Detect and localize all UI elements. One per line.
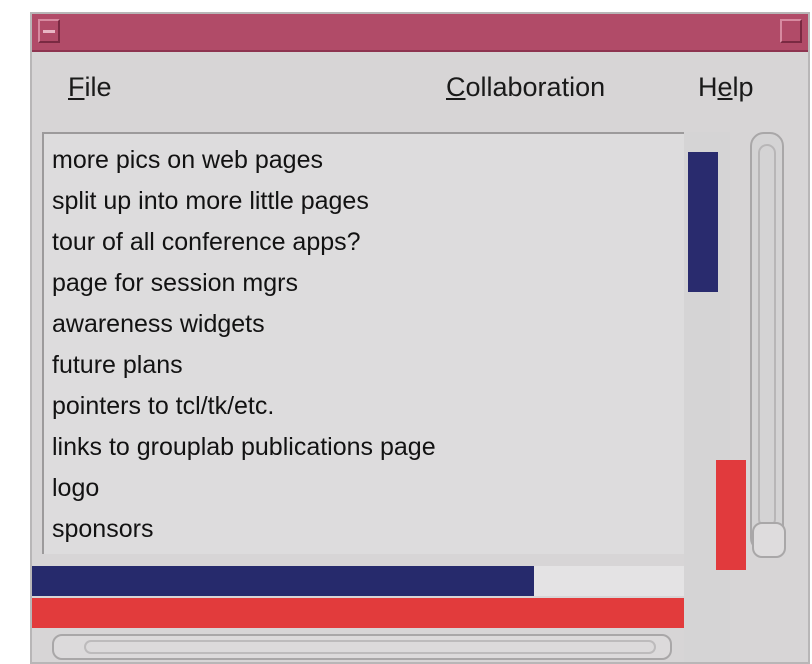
menu-file-mnemonic: F [68, 72, 85, 102]
text-line[interactable]: more pics on web pages [44, 140, 684, 181]
blue-user-horizontal-indicator [32, 566, 535, 596]
menu-help-mnemonic: e [717, 72, 733, 102]
red-user-horizontal-indicator [32, 598, 684, 628]
text-line[interactable]: sponsors [44, 509, 684, 550]
menu-collaboration-mnemonic: C [446, 72, 466, 102]
menu-collaboration-label: ollaboration [465, 72, 606, 102]
horizontal-scrollbar[interactable] [52, 634, 672, 660]
text-line[interactable]: awareness widgets [44, 304, 684, 345]
horizontal-scrollbar-thumb[interactable] [84, 640, 656, 654]
minimize-button[interactable] [780, 19, 802, 43]
title-bar[interactable] [32, 14, 808, 52]
text-line[interactable]: links to grouplab publications page [44, 427, 684, 468]
window-menu-button[interactable] [38, 19, 60, 43]
menu-collaboration[interactable]: Collaboration [446, 72, 605, 103]
red-user-view-indicator [716, 460, 746, 570]
text-line[interactable]: split up into more little pages [44, 181, 684, 222]
vertical-scrollbar[interactable] [750, 132, 784, 552]
menu-file-label: ile [84, 72, 112, 102]
menu-help[interactable]: Help [698, 72, 754, 103]
shared-editor-window: File Collaboration Help more pics on web… [30, 12, 810, 664]
text-line[interactable]: future plans [44, 345, 684, 386]
menu-help-label-start: H [698, 72, 718, 102]
text-line[interactable]: pointers to tcl/tk/etc. [44, 386, 684, 427]
blue-user-horizontal-indicator-track [32, 566, 684, 596]
text-line[interactable]: tour of all conference apps? [44, 222, 684, 263]
vertical-scrollbar-thumb[interactable] [758, 144, 776, 528]
text-line[interactable]: logo [44, 468, 684, 509]
blue-user-view-indicator [688, 152, 718, 292]
menu-bar: File Collaboration Help [38, 58, 802, 128]
menu-help-label-end: lp [732, 72, 754, 102]
text-lines: more pics on web pages split up into more… [44, 134, 684, 550]
menu-file[interactable]: File [68, 72, 112, 103]
shared-text-area[interactable]: more pics on web pages split up into more… [42, 132, 684, 554]
vertical-scrollbar-handle[interactable] [752, 522, 786, 558]
text-line[interactable]: page for session mgrs [44, 263, 684, 304]
